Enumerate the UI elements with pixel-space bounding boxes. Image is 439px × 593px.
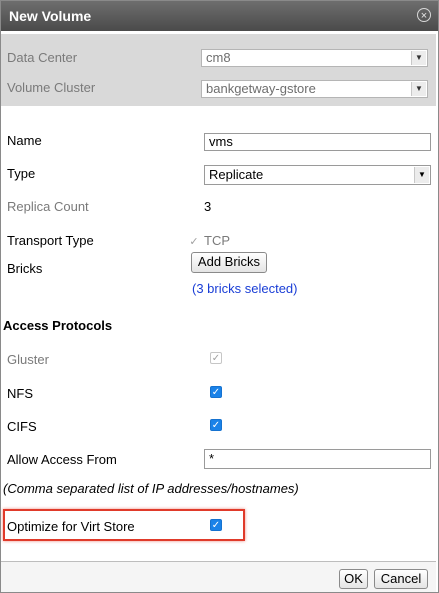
bricks-selected-link[interactable]: (3 bricks selected) <box>192 281 297 296</box>
chevron-down-icon: ▼ <box>411 82 426 96</box>
type-select[interactable]: Replicate ▼ <box>204 165 431 185</box>
name-value: vms <box>209 134 233 149</box>
optimize-virt-store-label: Optimize for Virt Store <box>7 519 135 534</box>
name-label: Name <box>7 133 42 148</box>
optimize-virt-store-checkbox[interactable]: ✓ <box>210 519 222 531</box>
bricks-label: Bricks <box>7 261 43 276</box>
data-center-value: cm8 <box>206 50 231 65</box>
ok-button[interactable]: OK <box>339 569 368 589</box>
dialog-titlebar: New Volume × <box>1 1 438 31</box>
name-input[interactable]: vms <box>204 133 431 151</box>
nfs-checkbox[interactable]: ✓ <box>210 386 222 398</box>
add-bricks-button[interactable]: Add Bricks <box>191 252 267 273</box>
cifs-checkbox[interactable]: ✓ <box>210 419 222 431</box>
volume-cluster-value: bankgetway-gstore <box>206 81 316 96</box>
allow-access-label: Allow Access From <box>7 452 117 467</box>
data-center-select[interactable]: cm8 ▼ <box>201 49 428 67</box>
type-label: Type <box>7 166 36 181</box>
volume-cluster-label: Volume Cluster <box>7 80 96 95</box>
allow-access-input[interactable]: * <box>204 449 431 469</box>
data-center-label: Data Center <box>7 50 78 65</box>
tcp-label: TCP <box>204 233 230 248</box>
nfs-label: NFS <box>7 386 33 401</box>
gluster-label: Gluster <box>7 352 49 367</box>
cluster-selection-section: Data Center cm8 ▼ Volume Cluster bankget… <box>1 34 436 106</box>
close-icon[interactable]: × <box>417 8 431 22</box>
dialog-title: New Volume <box>9 8 92 24</box>
type-value: Replicate <box>209 167 264 182</box>
chevron-down-icon: ▼ <box>414 167 429 183</box>
chevron-down-icon: ▼ <box>411 51 426 65</box>
replica-count-label: Replica Count <box>7 199 89 214</box>
replica-count-value: 3 <box>204 199 212 214</box>
tcp-checkbox[interactable]: ✓ <box>188 236 200 248</box>
transport-type-label: Transport Type <box>7 233 94 248</box>
access-protocols-heading: Access Protocols <box>3 318 113 333</box>
gluster-checkbox[interactable]: ✓ <box>210 352 222 364</box>
volume-cluster-select[interactable]: bankgetway-gstore ▼ <box>201 80 428 98</box>
cancel-button[interactable]: Cancel <box>374 569 428 589</box>
allow-access-hint: (Comma separated list of IP addresses/ho… <box>3 481 299 496</box>
new-volume-dialog: New Volume × Data Center cm8 ▼ Volume Cl… <box>0 0 439 593</box>
cifs-label: CIFS <box>7 419 37 434</box>
allow-access-value: * <box>209 451 215 466</box>
dialog-footer: OK Cancel <box>1 561 436 592</box>
